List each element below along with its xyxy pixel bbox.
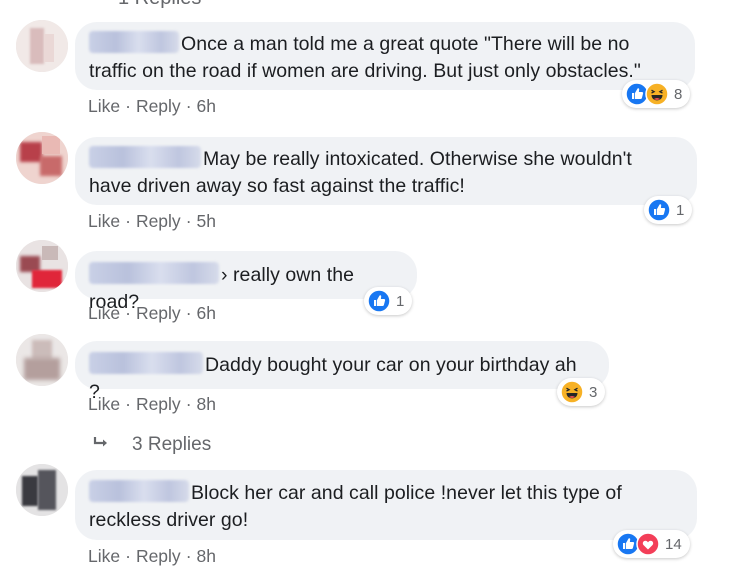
- reply-button[interactable]: Reply: [136, 394, 181, 414]
- avatar[interactable]: [16, 20, 68, 72]
- reaction-count: 1: [676, 201, 685, 219]
- love-reaction-icon: [636, 532, 660, 556]
- reaction-summary[interactable]: 1: [644, 196, 693, 224]
- comment-actions: Like · Reply · 6h: [88, 303, 216, 323]
- reaction-count: 8: [674, 85, 683, 103]
- comment-bubble: Daddy bought your car on your birthday a…: [75, 341, 609, 403]
- commenter-name[interactable]: [89, 352, 203, 374]
- reply-button[interactable]: Reply: [136, 303, 181, 323]
- like-button[interactable]: Like: [88, 394, 120, 414]
- comment-bubble: Block her car and call police !never let…: [75, 470, 697, 540]
- comment-time[interactable]: 6h: [197, 303, 216, 323]
- commenter-name[interactable]: [89, 31, 179, 53]
- reaction-count: 3: [589, 383, 598, 401]
- haha-reaction-icon: [560, 380, 584, 404]
- reaction-summary[interactable]: 8: [622, 80, 691, 108]
- comment-time[interactable]: 6h: [197, 96, 216, 116]
- haha-reaction-icon: [645, 82, 669, 106]
- avatar[interactable]: [16, 334, 68, 386]
- reaction-summary[interactable]: 3: [557, 378, 606, 406]
- avatar[interactable]: [16, 464, 68, 516]
- like-reaction-icon: [647, 198, 671, 222]
- avatar[interactable]: [16, 240, 68, 292]
- like-reaction-icon: [367, 289, 391, 313]
- replies-link-top[interactable]: 1 Replies: [118, 0, 201, 8]
- comment-actions: Like · Reply · 5h: [88, 211, 216, 231]
- commenter-name[interactable]: [89, 480, 189, 502]
- avatar[interactable]: [16, 132, 68, 184]
- reaction-summary[interactable]: 1: [364, 287, 413, 315]
- like-button[interactable]: Like: [88, 96, 120, 116]
- reply-button[interactable]: Reply: [136, 96, 181, 116]
- like-button[interactable]: Like: [88, 546, 120, 566]
- reaction-count: 14: [665, 535, 682, 553]
- like-button[interactable]: Like: [88, 303, 120, 323]
- reply-button[interactable]: Reply: [136, 211, 181, 231]
- commenter-name[interactable]: [89, 262, 219, 284]
- reaction-summary[interactable]: 14: [613, 530, 690, 558]
- comment-actions: Like · Reply · 6h: [88, 96, 216, 116]
- comment-bubble: Once a man told me a great quote "There …: [75, 22, 695, 90]
- comment-bubble: May be really intoxicated. Otherwise she…: [75, 137, 697, 205]
- reaction-count: 1: [396, 292, 405, 310]
- comment-time[interactable]: 8h: [197, 546, 216, 566]
- comment-time[interactable]: 8h: [197, 394, 216, 414]
- comment-actions: Like · Reply · 8h: [88, 546, 216, 566]
- comment-actions: Like · Reply · 8h: [88, 394, 216, 414]
- like-button[interactable]: Like: [88, 211, 120, 231]
- reply-arrow-icon: [92, 434, 110, 456]
- comment-time[interactable]: 5h: [197, 211, 216, 231]
- reply-button[interactable]: Reply: [136, 546, 181, 566]
- commenter-name[interactable]: [89, 146, 201, 168]
- view-replies-link[interactable]: 3 Replies: [92, 434, 211, 456]
